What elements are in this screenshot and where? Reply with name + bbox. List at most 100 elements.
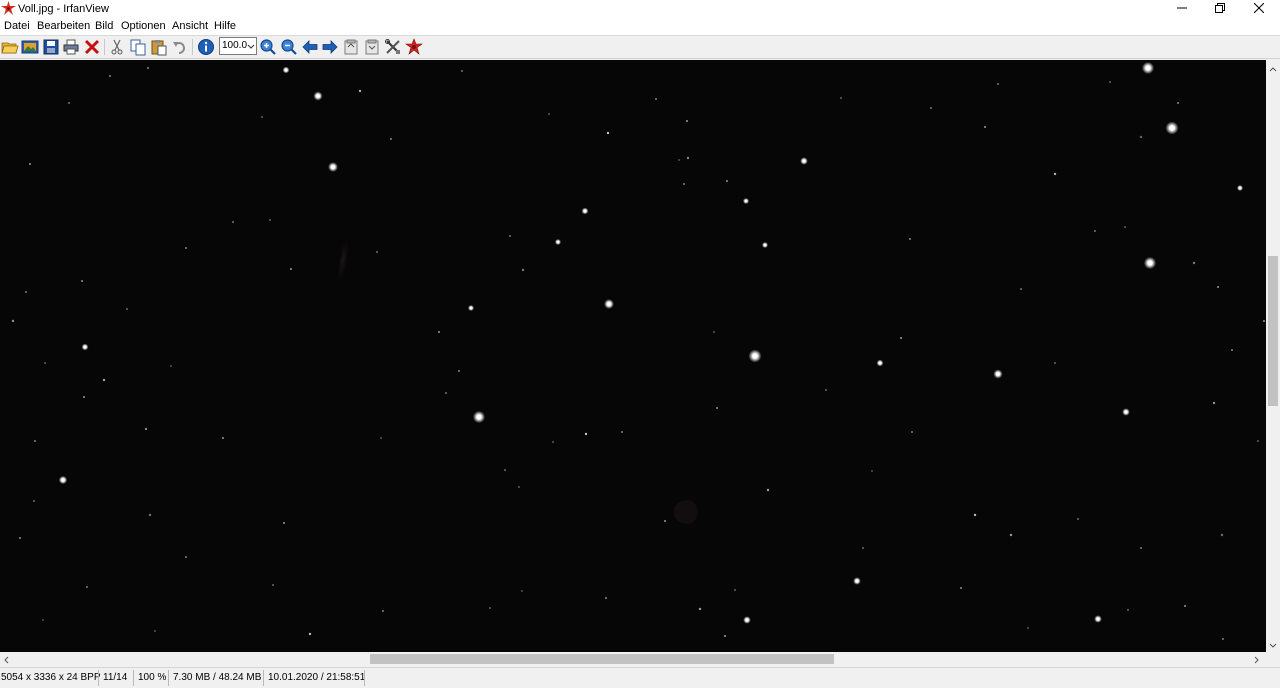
dim-star [33,500,35,502]
copy-button[interactable] [129,38,147,56]
status-divider [263,670,264,686]
scroll-right-icon[interactable] [1254,655,1260,667]
paste-icon [150,38,168,56]
status-dimensions: 5054 x 3336 x 24 BPP [1,672,101,683]
dim-star [734,589,736,591]
dim-star [930,107,932,109]
toolbar-separator [192,39,193,55]
zoom-out-icon [280,38,298,56]
dim-star [1192,261,1196,265]
settings-button[interactable] [384,38,402,56]
dim-star [185,556,187,558]
thumbnails-icon [21,38,39,56]
dim-star [621,431,623,433]
dim-star [1212,401,1216,405]
dim-star [726,180,728,182]
horizontal-scroll-thumb[interactable] [370,654,834,664]
dim-star [148,513,152,517]
paste-button[interactable] [150,38,168,56]
open-button[interactable] [1,38,19,56]
first-page-button[interactable] [342,38,360,56]
dim-star [458,370,460,372]
zoom-combobox[interactable]: 100.0 [219,37,257,55]
scroll-down-icon[interactable] [1269,640,1277,652]
dim-star [102,378,106,382]
dim-star [1009,533,1013,537]
vertical-scroll-thumb[interactable] [1268,256,1278,406]
undo-button[interactable] [171,38,189,56]
dim-star [438,331,440,333]
irfanview-button[interactable] [405,38,423,56]
horizontal-scrollbar[interactable] [0,652,1266,666]
dim-star [261,116,263,118]
first-page-icon [342,38,360,56]
menu-bearbeiten[interactable]: Bearbeiten [37,20,90,33]
dim-star [973,513,977,517]
menu-datei[interactable]: Datei [4,20,30,33]
bright-star [606,301,612,307]
bright-star [469,306,473,310]
zoom-value: 100.0 [222,40,248,51]
menu-bar: Datei Bearbeiten Bild Optionen Ansicht H… [0,18,1280,36]
bright-star [802,159,806,163]
next-button[interactable] [321,38,339,56]
bright-star [1145,65,1151,71]
thumbnails-button[interactable] [21,38,39,56]
dim-star [911,431,913,433]
vertical-scrollbar[interactable] [1266,60,1280,652]
delete-button[interactable] [83,38,101,56]
menu-ansicht[interactable]: Ansicht [172,20,208,33]
scrollbar-corner [1266,652,1280,666]
menu-hilfe[interactable]: Hilfe [214,20,236,33]
bright-star [1147,260,1153,266]
chevron-down-icon [247,42,255,54]
dim-star [724,635,726,637]
menu-bild[interactable]: Bild [95,20,113,33]
scroll-up-icon[interactable] [1269,63,1277,75]
status-divider [364,670,365,686]
bright-star [556,240,560,244]
dim-star [126,308,128,310]
title-bar: Voll.jpg - IrfanView [0,0,1280,18]
dim-star [86,586,88,588]
dim-star [825,389,827,391]
minimize-button[interactable] [1163,0,1201,18]
star-field-image [11,61,1265,640]
dim-star [83,396,85,398]
dim-star [1027,627,1029,629]
restore-button[interactable] [1201,0,1239,18]
last-page-button[interactable] [363,38,381,56]
dim-star [11,319,15,323]
print-button[interactable] [62,38,80,56]
info-button[interactable] [197,38,215,56]
dim-star [144,427,148,431]
dim-star [445,392,447,394]
image-canvas[interactable] [0,60,1266,652]
dim-star [146,66,150,70]
save-button[interactable] [42,38,60,56]
bright-star [61,478,65,482]
status-index: 11/14 [103,672,128,683]
menu-optionen[interactable]: Optionen [121,20,166,33]
dim-star [358,89,362,93]
dim-star [1020,288,1022,290]
zoom-in-button[interactable] [259,38,277,56]
status-zoom: 100 % [138,672,167,683]
dim-star [1220,533,1224,537]
undo-icon [171,38,189,56]
zoom-out-button[interactable] [280,38,298,56]
dim-star [664,520,666,522]
print-icon [62,38,80,56]
dim-star [19,537,21,539]
dim-star [109,75,111,77]
previous-button[interactable] [301,38,319,56]
dim-star [1257,440,1259,442]
dim-star [900,337,902,339]
dim-star [34,440,36,442]
cut-button[interactable] [108,38,126,56]
scroll-left-icon[interactable] [3,655,9,667]
irfanview-icon [405,38,423,56]
zoom-in-icon [259,38,277,56]
close-button[interactable] [1240,0,1278,18]
dim-star [984,126,986,128]
